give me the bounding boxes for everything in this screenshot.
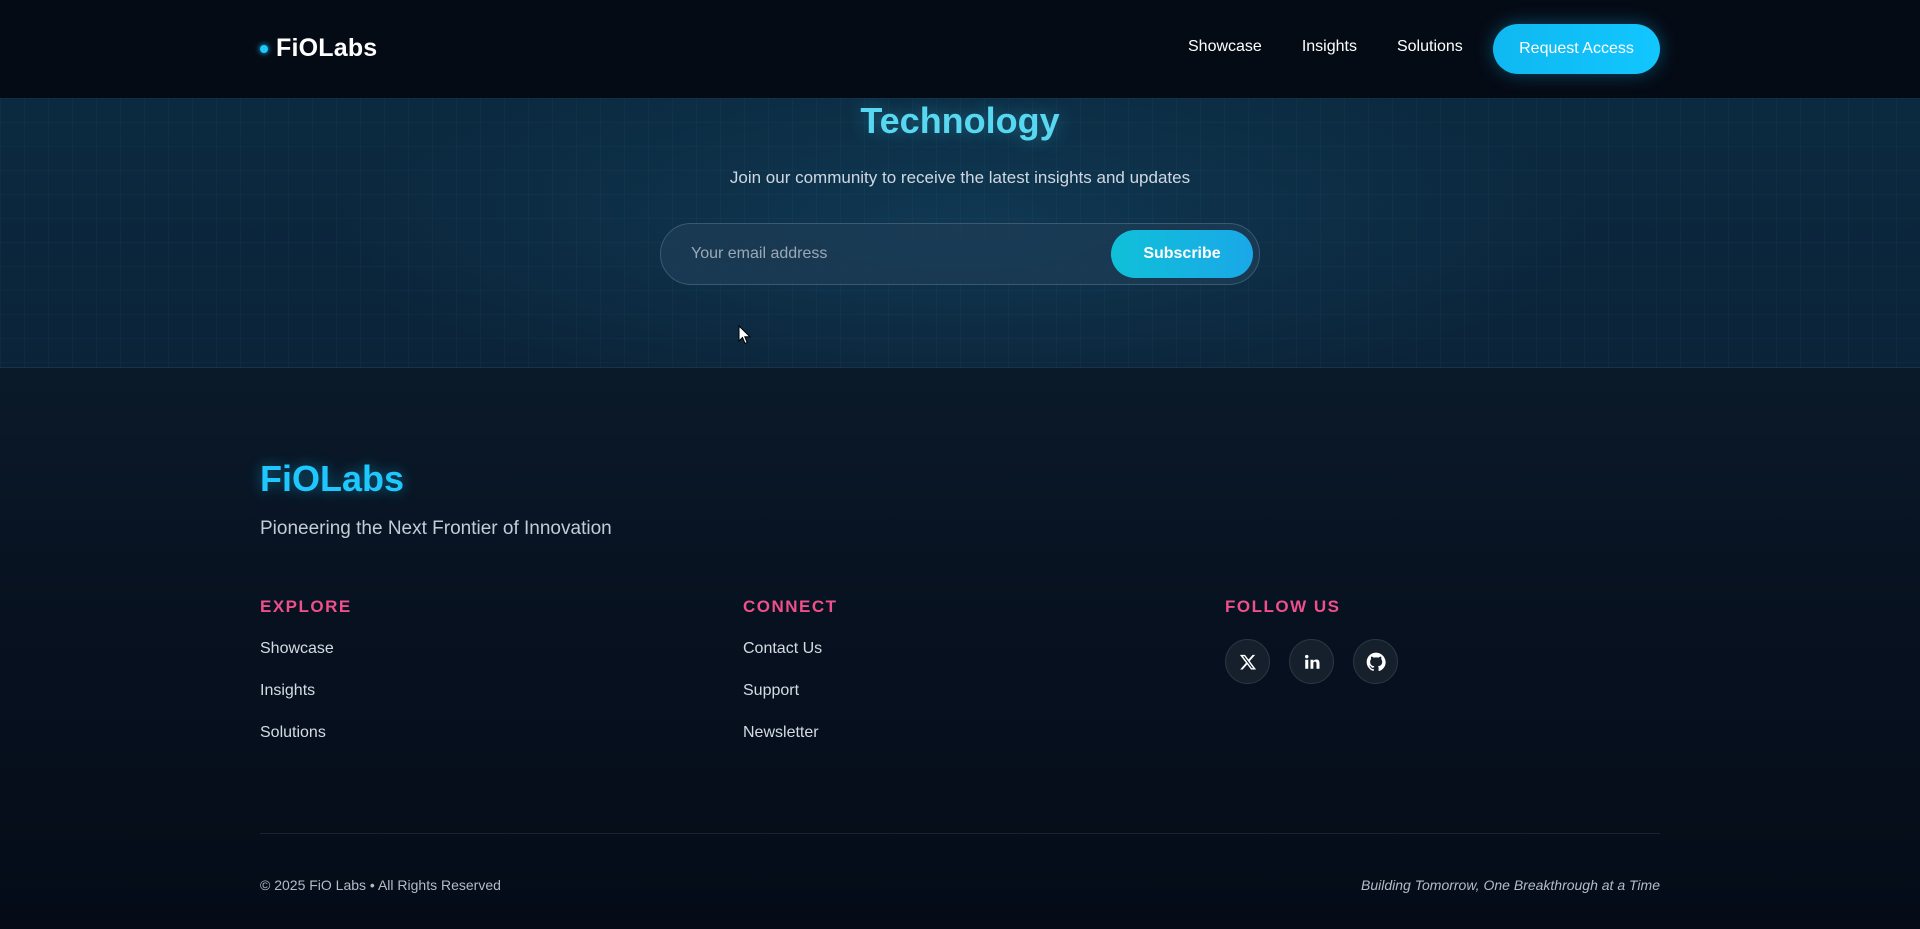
footer-link-contact[interactable]: Contact Us (743, 639, 838, 681)
newsletter-subtitle: Join our community to receive the latest… (729, 168, 1191, 187)
explore-column: EXPLORE Showcase Insights Solutions (260, 597, 352, 765)
linkedin-button[interactable] (1289, 639, 1334, 684)
github-button[interactable] (1353, 639, 1398, 684)
brand-name: FiOLabs (276, 34, 378, 62)
connect-column: CONNECT Contact Us Support Newsletter (743, 597, 838, 765)
footer-motto: Building Tomorrow, One Breakthrough at a… (1361, 877, 1660, 893)
brand-dot-icon (260, 44, 268, 53)
subscribe-button[interactable]: Subscribe (1111, 230, 1253, 278)
footer-link-solutions[interactable]: Solutions (260, 723, 352, 765)
explore-heading: EXPLORE (260, 597, 352, 616)
email-input[interactable] (689, 224, 1089, 284)
main-nav: Showcase Insights Solutions (1188, 38, 1503, 56)
request-access-button[interactable]: Request Access (1493, 24, 1660, 74)
newsletter-title: Technology (860, 100, 1060, 141)
footer-link-insights[interactable]: Insights (260, 681, 352, 723)
subscribe-form: Subscribe (660, 223, 1260, 285)
footer-divider (260, 833, 1660, 834)
linkedin-icon (1304, 654, 1319, 669)
footer-tagline: Pioneering the Next Frontier of Innovati… (260, 518, 612, 539)
footer-brand: FiOLabs (260, 458, 405, 499)
social-links (1225, 639, 1398, 684)
follow-column: FOLLOW US (1225, 597, 1398, 684)
github-icon (1366, 652, 1386, 671)
nav-insights[interactable]: Insights (1302, 38, 1357, 56)
footer-link-newsletter[interactable]: Newsletter (743, 723, 838, 765)
connect-heading: CONNECT (743, 597, 838, 616)
follow-heading: FOLLOW US (1225, 597, 1341, 616)
x-twitter-icon (1239, 654, 1256, 669)
nav-solutions[interactable]: Solutions (1397, 38, 1463, 56)
newsletter-section: Technology Join our community to receive… (0, 98, 1920, 368)
copyright-text: © 2025 FiO Labs • All Rights Reserved (260, 877, 501, 893)
brand-logo[interactable]: FiOLabs (260, 34, 377, 63)
footer-link-support[interactable]: Support (743, 681, 838, 723)
site-header: FiOLabs Showcase Insights Solutions Requ… (0, 0, 1920, 98)
nav-showcase[interactable]: Showcase (1188, 38, 1262, 56)
site-footer: FiOLabs Pioneering the Next Frontier of … (0, 368, 1920, 929)
footer-link-showcase[interactable]: Showcase (260, 639, 352, 681)
x-twitter-button[interactable] (1225, 639, 1270, 684)
mouse-cursor-icon (738, 325, 752, 345)
